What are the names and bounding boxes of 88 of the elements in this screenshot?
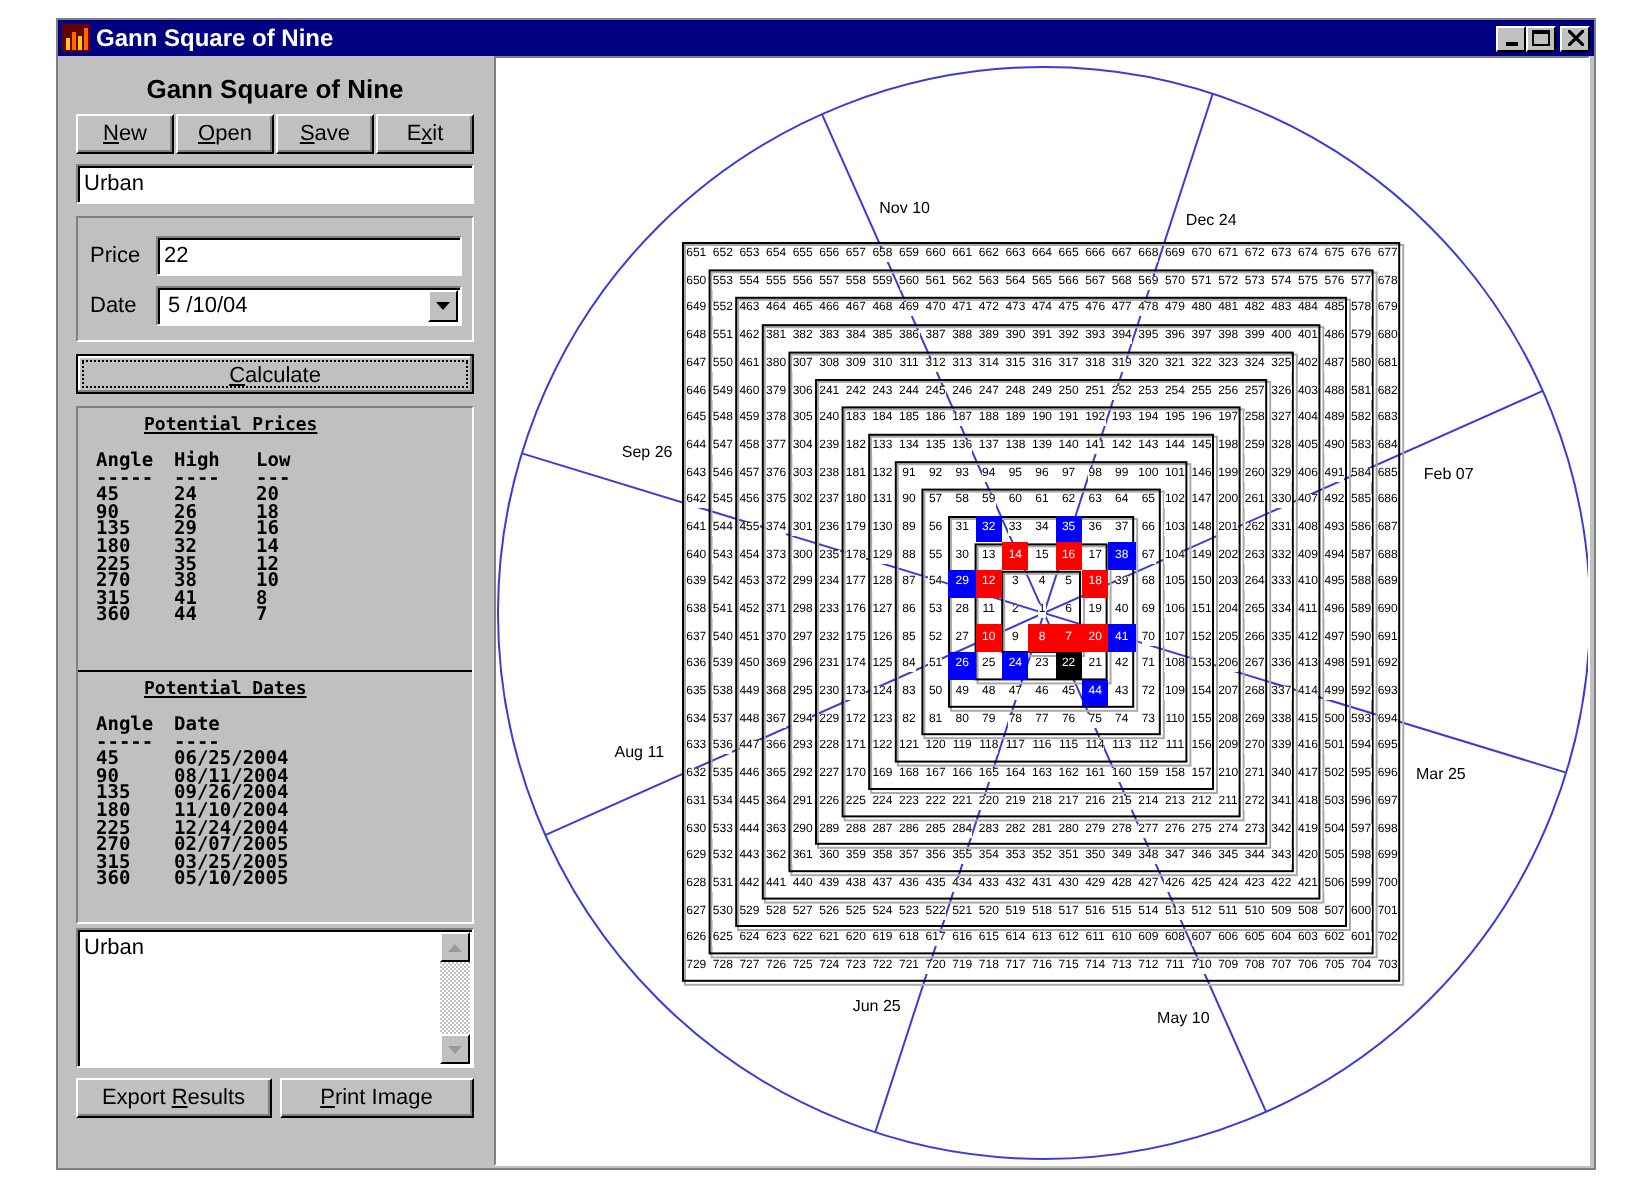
maximize-icon	[1532, 30, 1550, 46]
table-cell: 360	[96, 608, 131, 626]
price-field[interactable]: 22	[156, 236, 462, 276]
table-cell: 41	[174, 591, 197, 609]
chart-icon	[62, 24, 90, 52]
table-cell: 09/26/2004	[174, 786, 289, 804]
dash-rule: ----	[174, 735, 220, 753]
dropdown-button[interactable]	[428, 290, 458, 322]
table-cell: 180	[96, 539, 131, 558]
date-label: May 10	[1155, 1008, 1212, 1027]
table-cell: 90	[96, 769, 119, 787]
column-header: High	[174, 454, 220, 472]
date-label: Feb 07	[1421, 464, 1476, 483]
table-cell: 05/10/2005	[174, 872, 289, 890]
column-header: Date	[174, 718, 220, 736]
app-heading: Gann Square of Nine	[144, 72, 406, 108]
scrollbar[interactable]	[440, 932, 470, 1064]
dash-rule: ---	[256, 471, 291, 489]
section-heading: Potential Prices	[144, 416, 318, 436]
table-cell: 44	[174, 608, 197, 626]
section-heading: Potential Dates	[144, 680, 307, 700]
table-cell: 270	[96, 838, 131, 856]
table-cell: 10	[256, 574, 279, 592]
date-label: Aug 11	[612, 743, 667, 762]
table-cell: 11/10/2004	[174, 803, 289, 822]
minimize-button[interactable]	[1496, 25, 1526, 51]
table-cell: 45	[96, 752, 119, 770]
column-header: Angle	[96, 454, 154, 472]
table-cell: 360	[96, 872, 131, 890]
column-header: Angle	[96, 718, 154, 736]
caret-icon	[436, 302, 450, 310]
scroll-up-button[interactable]	[440, 932, 470, 962]
file-button[interactable]: New	[76, 114, 174, 154]
file-button[interactable]: Save	[276, 114, 374, 154]
dash-rule: -----	[96, 735, 154, 753]
table-cell: 29	[174, 522, 197, 540]
date-field[interactable]: 5 /10/04	[156, 286, 462, 326]
maximize-button[interactable]	[1526, 25, 1556, 51]
table-cell: 135	[96, 786, 131, 804]
table-cell: 06/25/2004	[174, 752, 289, 770]
file-button[interactable]: Exit	[376, 114, 474, 154]
table-cell: 7	[256, 608, 268, 626]
down-arrow-icon	[448, 1045, 462, 1053]
name-field[interactable]: Urban	[76, 164, 474, 204]
date-label: Sep 26	[619, 443, 675, 462]
scroll-down-button[interactable]	[440, 1034, 470, 1064]
column-header: Low	[256, 454, 291, 472]
table-cell: 12	[256, 557, 279, 575]
table-cell: 03/25/2005	[174, 855, 289, 873]
action-button[interactable]: Export Results	[76, 1078, 271, 1118]
price-label: Price	[90, 244, 143, 268]
table-cell: 180	[96, 803, 131, 822]
table-cell: 24	[174, 488, 197, 506]
date-label: Date	[90, 294, 139, 318]
date-label: Jun 25	[850, 997, 903, 1016]
window-title: Gann Square of Nine	[96, 24, 336, 52]
date-label: Mar 25	[1413, 764, 1468, 783]
date-label: Nov 10	[877, 199, 932, 218]
close-button[interactable]	[1560, 25, 1590, 51]
table-cell: 16	[256, 522, 279, 540]
table-cell: 225	[96, 557, 131, 575]
table-cell: 315	[96, 855, 131, 873]
file-button[interactable]: Open	[176, 114, 274, 154]
calculate-button[interactable]: Calculate	[76, 354, 474, 394]
table-cell: 14	[256, 539, 279, 558]
table-cell: 26	[174, 505, 197, 523]
table-cell: 8	[256, 591, 268, 609]
table-cell: 18	[256, 505, 279, 523]
table-cell: 08/11/2004	[174, 769, 289, 787]
table-cell: 12/24/2004	[174, 821, 289, 839]
table-cell: 35	[174, 557, 197, 575]
close-icon	[1567, 30, 1583, 46]
date-label: Dec 24	[1183, 210, 1239, 228]
table-cell: 45	[96, 488, 119, 506]
table-cell: 90	[96, 505, 119, 523]
notes-field[interactable]: Urban	[76, 928, 474, 1068]
dash-rule: -----	[96, 471, 154, 489]
table-cell: 225	[96, 821, 131, 839]
table-cell: 38	[174, 574, 197, 592]
table-cell: 135	[96, 522, 131, 540]
up-arrow-icon	[448, 943, 462, 951]
action-button[interactable]: Print Image	[279, 1078, 474, 1118]
table-cell: 32	[174, 539, 197, 558]
table-cell: 20	[256, 488, 279, 506]
dash-rule: ----	[174, 471, 220, 489]
table-cell: 315	[96, 591, 131, 609]
table-cell: 02/07/2005	[174, 838, 289, 856]
table-cell: 270	[96, 574, 131, 592]
